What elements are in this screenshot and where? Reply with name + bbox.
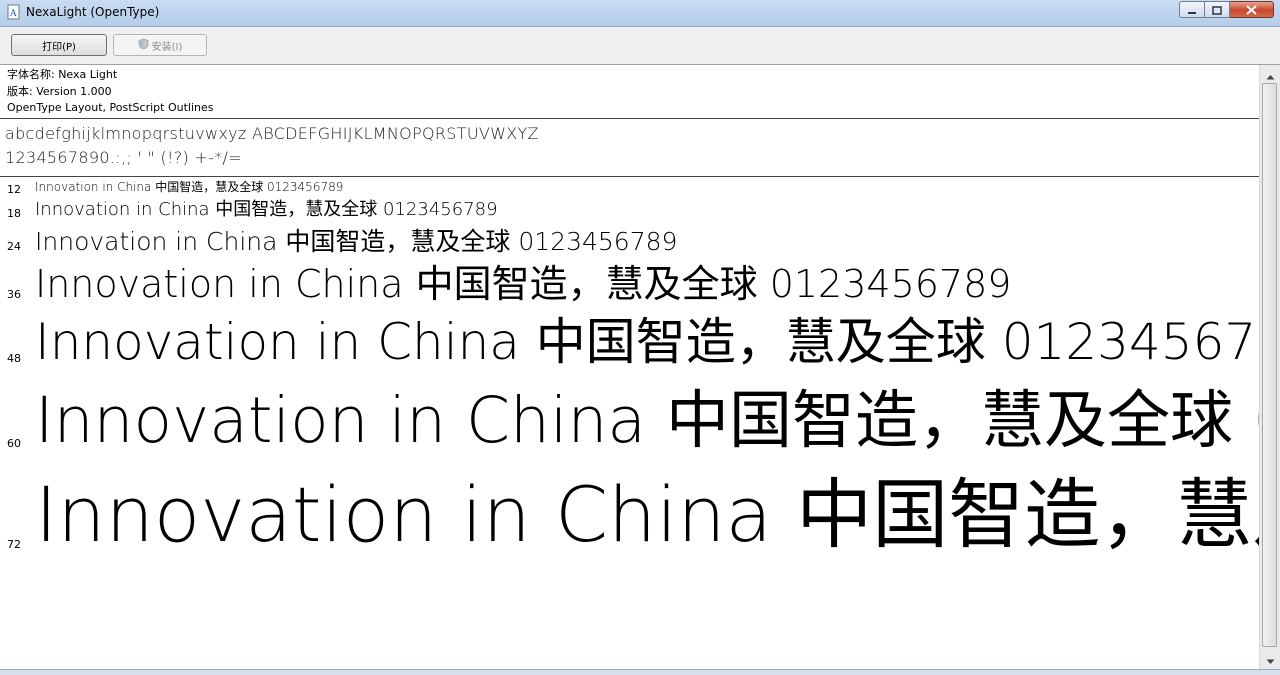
size-label: 36: [7, 288, 21, 301]
toolbar: 打印(P) 安装(I): [0, 27, 1280, 65]
sample-text: Innovation in China 中国智造，慧及全球 0123456789: [35, 384, 1259, 457]
sample-text: Innovation in China 中国智造，慧及全球 0123456789: [35, 262, 1012, 306]
sample-row-72: 72 Innovation in China 中国智造，慧及全球 0123456…: [0, 473, 1259, 565]
size-label: 48: [7, 352, 21, 365]
shield-icon: [138, 38, 149, 53]
sample-row-12: 12 Innovation in China 中国智造，慧及全球 0123456…: [0, 180, 1259, 198]
close-button[interactable]: [1230, 1, 1274, 18]
sample-text: Innovation in China 中国智造，慧及全球 0123456789: [35, 180, 344, 194]
sample-row-36: 36 Innovation in China 中国智造，慧及全球 0123456…: [0, 263, 1259, 311]
arrow-down-icon: [1266, 650, 1275, 669]
font-info: 字体名称: Nexa Light 版本: Version 1.000 OpenT…: [7, 67, 213, 117]
size-label: 12: [7, 183, 21, 196]
font-name-line: 字体名称: Nexa Light: [7, 68, 118, 81]
sample-text: Innovation in China 中国智造，慧及全球 0123456789: [35, 227, 678, 256]
sample-text: Innovation in China 中国智造，慧及全球 0123456789: [35, 470, 1259, 559]
sample-row-18: 18 Innovation in China 中国智造，慧及全球 0123456…: [0, 199, 1259, 225]
size-label: 18: [7, 207, 21, 220]
minimize-icon: [1187, 0, 1197, 19]
window-controls: [1179, 1, 1274, 18]
charset-digits-symbols: 1234567890.:,; ' " (!?) +-*/=: [5, 148, 242, 167]
font-preview-area: 字体名称: Nexa Light 版本: Version 1.000 OpenT…: [0, 65, 1259, 669]
print-button[interactable]: 打印(P): [11, 34, 107, 56]
sample-row-24: 24 Innovation in China 中国智造，慧及全球 0123456…: [0, 227, 1259, 261]
svg-text:A: A: [9, 9, 17, 19]
maximize-button[interactable]: [1205, 1, 1230, 18]
minimize-button[interactable]: [1179, 1, 1205, 18]
sample-row-48: 48 Innovation in China 中国智造，慧及全球 0123456…: [0, 315, 1259, 379]
maximize-icon: [1212, 0, 1222, 19]
size-label: 72: [7, 538, 21, 551]
charset-letters: abcdefghijklmnopqrstuvwxyz ABCDEFGHIJKLM…: [5, 124, 539, 143]
scrollbar-thumb[interactable]: [1262, 83, 1277, 647]
close-icon: [1246, 0, 1257, 19]
size-label: 24: [7, 240, 21, 253]
sample-row-60: 60 Innovation in China 中国智造，慧及全球 0123456…: [0, 387, 1259, 463]
install-button-label: 安装(I): [151, 41, 183, 53]
install-button[interactable]: 安装(I): [113, 34, 207, 56]
scroll-up-button[interactable]: [1261, 66, 1279, 83]
divider: [0, 176, 1259, 177]
window-title: NexaLight (OpenType): [26, 5, 160, 19]
size-label: 60: [7, 437, 21, 450]
vertical-scrollbar[interactable]: [1259, 65, 1280, 669]
sample-text: Innovation in China 中国智造，慧及全球 0123456789: [35, 313, 1259, 371]
window-bottom-border: [0, 669, 1280, 675]
font-type-line: OpenType Layout, PostScript Outlines: [7, 101, 214, 114]
title-bar: A NexaLight (OpenType): [0, 0, 1280, 27]
arrow-up-icon: [1266, 65, 1275, 84]
sample-text: Innovation in China 中国智造，慧及全球 0123456789: [35, 199, 498, 220]
font-file-icon: A: [6, 4, 22, 20]
font-viewer-window: A NexaLight (OpenType) 打印(P) 安装(I) 字体名称:…: [0, 0, 1280, 675]
divider: [0, 118, 1259, 119]
font-version-line: 版本: Version 1.000: [7, 84, 112, 98]
scroll-down-button[interactable]: [1261, 651, 1279, 668]
print-button-label: 打印(P): [42, 41, 76, 53]
